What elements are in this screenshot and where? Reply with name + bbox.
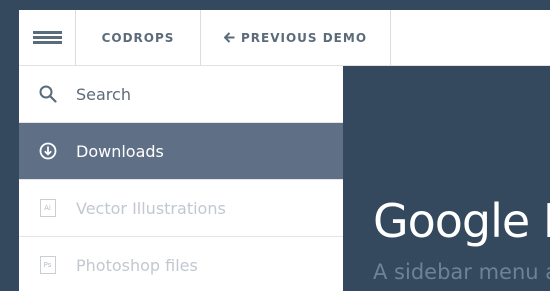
sidebar-search [19,66,343,123]
ai-file-icon-wrapper: Ai [19,199,76,217]
sidebar-item-vector-illustrations[interactable]: Ai Vector Illustrations [19,180,343,237]
previous-demo-link[interactable]: PREVIOUS DEMO [223,30,368,45]
page-title: Google Nexus Website Menu [373,194,550,248]
download-circle-icon [19,142,76,160]
hamburger-menu-icon [32,30,62,45]
sidebar-item-downloads[interactable]: Downloads [19,123,343,180]
page-frame: CODROPS PREVIOUS DEMO Search Downloads A… [0,0,550,291]
sidebar-item-label: Downloads [76,141,164,161]
search-icon [19,85,76,103]
codrops-link-cell: CODROPS [76,10,201,65]
codrops-link[interactable]: CODROPS [102,31,175,45]
sidebar-item-photoshop-files[interactable]: Ps Photoshop files [19,237,343,291]
ps-file-icon: Ps [39,256,56,274]
page-subtitle: A sidebar menu as seen on the Google Nex… [373,260,550,284]
sidebar-menu: Downloads Ai Vector Illustrations Ps Pho… [19,66,343,291]
previous-demo-link-cell: PREVIOUS DEMO [201,10,391,65]
ps-file-icon-wrapper: Ps [19,256,76,274]
sidebar-item-label: Vector Illustrations [76,198,226,218]
top-navigation-bar: CODROPS PREVIOUS DEMO [19,10,550,66]
search-input[interactable] [76,84,316,104]
main-content: Google Nexus Website Menu A sidebar menu… [343,66,550,291]
ai-file-icon: Ai [39,199,56,217]
arrow-left-icon [223,32,235,43]
menu-toggle-button[interactable] [19,10,76,65]
sidebar-item-label: Photoshop files [76,255,198,275]
previous-demo-label: PREVIOUS DEMO [240,30,368,45]
